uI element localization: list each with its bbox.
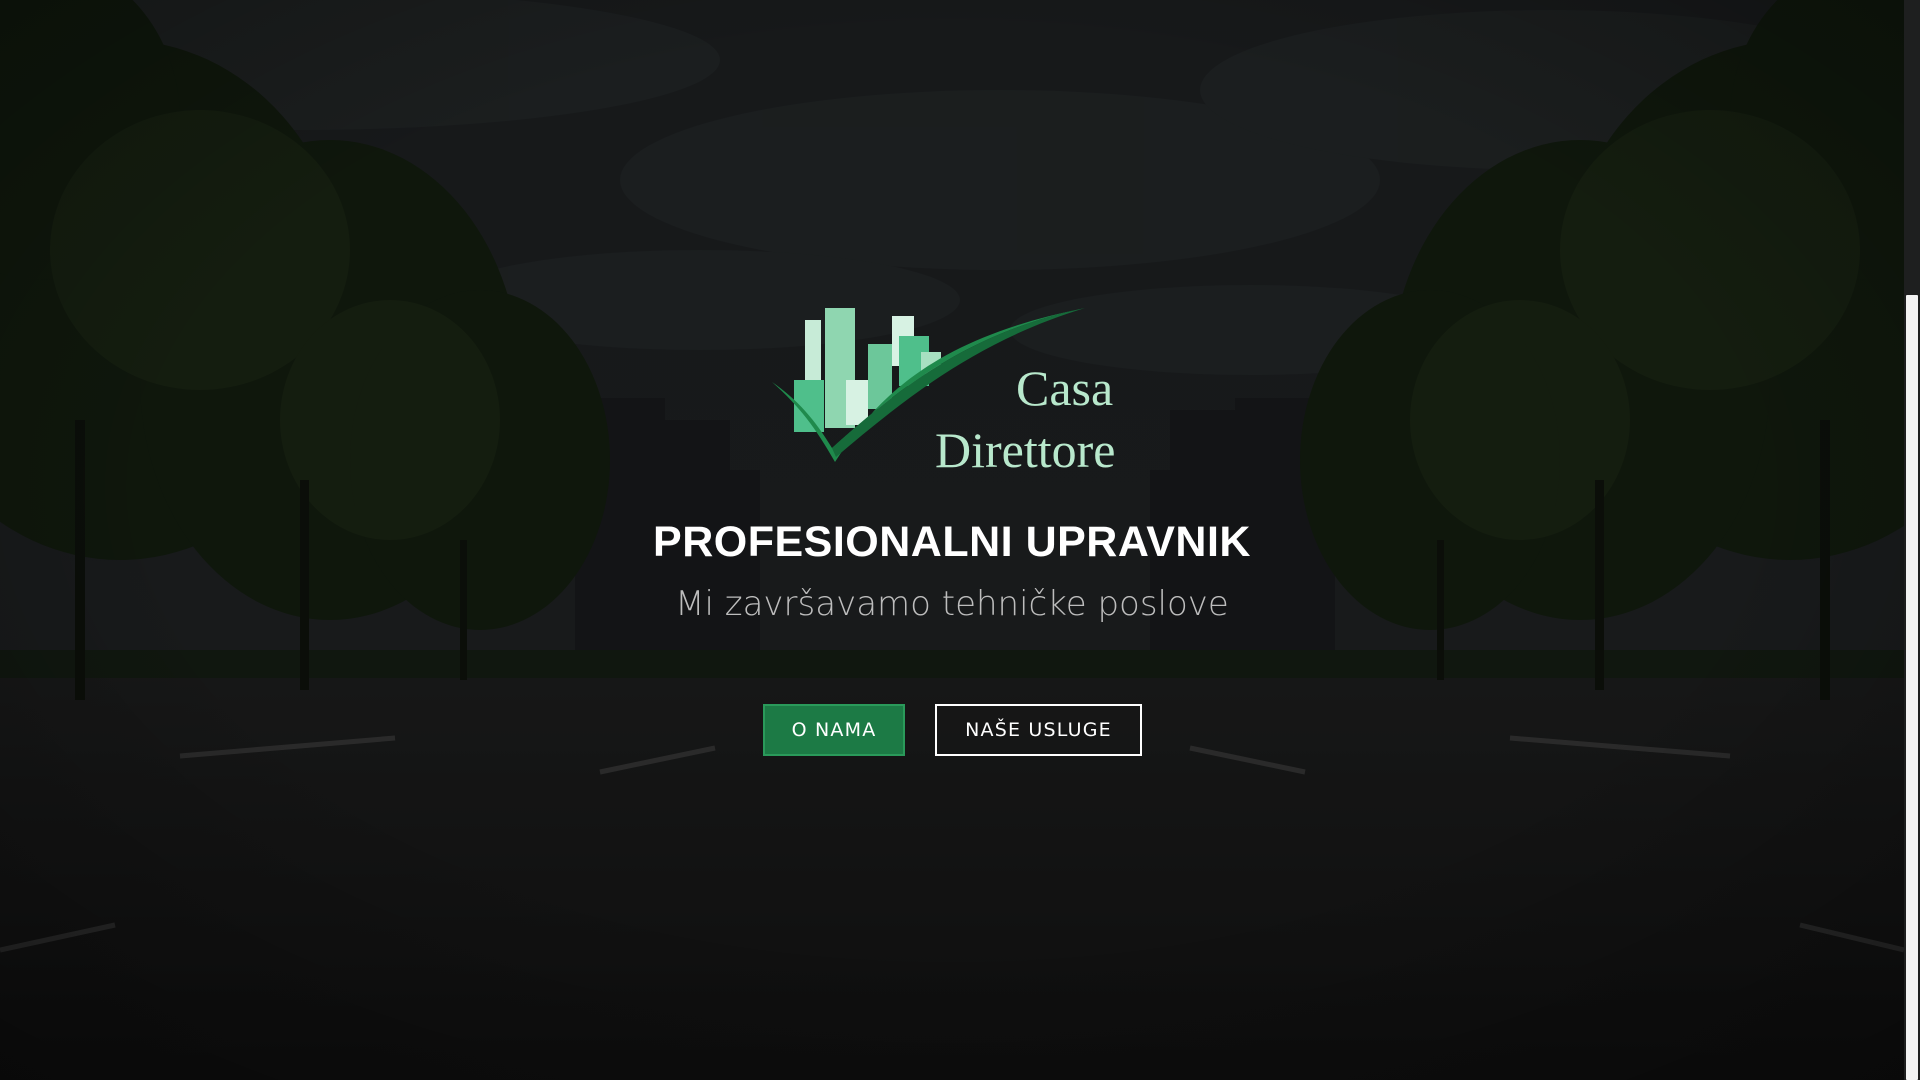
logo-text-direttore: Direttore — [935, 422, 1116, 478]
hero-section: Casa Direttore PROFESIONALNI UPRAVNIK Mi… — [0, 0, 1904, 1080]
hero-subtitle: Mi završavamo tehničke poslove — [675, 584, 1229, 624]
hero-title: PROFESIONALNI UPRAVNIK — [653, 518, 1251, 566]
logo-text-casa: Casa — [1016, 360, 1114, 416]
our-services-button[interactable]: NAŠE USLUGE — [935, 704, 1142, 756]
about-us-button[interactable]: O NAMA — [763, 704, 905, 756]
hero-content: Casa Direttore PROFESIONALNI UPRAVNIK Mi… — [0, 0, 1904, 1080]
scrollbar-thumb[interactable] — [1906, 295, 1918, 1080]
